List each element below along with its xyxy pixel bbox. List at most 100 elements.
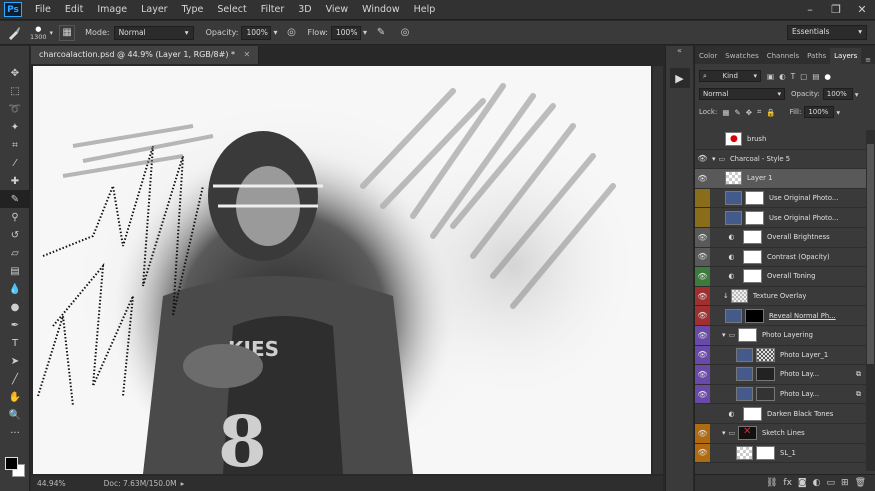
zoom-level[interactable]: 44.94%	[37, 479, 66, 488]
blur-tool-icon[interactable]: 💧	[0, 280, 30, 298]
lock-pixels-icon[interactable]: ✎	[734, 108, 740, 117]
filter-shape-icon[interactable]: ▢	[800, 72, 807, 81]
filter-adjustment-icon[interactable]: ◐	[779, 72, 786, 81]
tab-color[interactable]: Color	[695, 48, 721, 64]
visibility-toggle[interactable]	[695, 130, 710, 149]
gradient-tool-icon[interactable]: ▤	[0, 262, 30, 280]
lock-all-icon[interactable]: 🔒	[766, 108, 775, 117]
tab-swatches[interactable]: Swatches	[721, 48, 762, 64]
layer-row[interactable]: 👁 Layer 1	[695, 169, 867, 189]
filter-toggle-icon[interactable]: ●	[824, 72, 831, 81]
layer-row[interactable]: 👁 Photo Layer_1	[695, 345, 867, 366]
filter-smart-object-icon[interactable]: ▤	[812, 72, 819, 81]
layer-row[interactable]: 👁 Reveal Normal Ph...	[695, 306, 867, 326]
filter-pixel-icon[interactable]: ▣	[767, 72, 774, 81]
chevron-down-icon[interactable]: ▾	[722, 429, 726, 437]
tab-layers[interactable]: Layers	[830, 48, 862, 64]
layer-row[interactable]: 👁 ▾ ▭ Charcoal - Style 5	[695, 150, 867, 170]
play-icon[interactable]: ▶	[669, 68, 690, 88]
layer-row[interactable]: ◐ Darken Black Tones	[695, 404, 867, 424]
restore-button[interactable]: ❐	[823, 3, 849, 16]
trash-icon[interactable]: 🗑	[855, 478, 866, 488]
menu-type[interactable]: Type	[175, 0, 211, 20]
layer-row[interactable]: 👁 ◐ Overall Brightness	[695, 227, 867, 248]
tab-paths[interactable]: Paths	[803, 48, 830, 64]
menu-image[interactable]: Image	[90, 0, 134, 20]
eye-icon[interactable]: 👁	[695, 365, 710, 384]
chevron-down-icon[interactable]: ▾	[836, 108, 840, 117]
marquee-tool-icon[interactable]: ⬚	[0, 82, 30, 100]
layer-style-icon[interactable]: fx	[783, 478, 792, 488]
visibility-toggle[interactable]	[695, 404, 710, 423]
lock-artboard-icon[interactable]: ⌗	[757, 107, 761, 117]
pressure-opacity-icon[interactable]: ◎	[283, 25, 299, 41]
lock-position-icon[interactable]: ✥	[746, 108, 752, 117]
close-icon[interactable]: ✕	[244, 50, 251, 59]
menu-3d[interactable]: 3D	[291, 0, 318, 20]
chevron-down-icon[interactable]: ▾	[273, 28, 277, 37]
chevron-right-icon[interactable]: ▸	[181, 479, 185, 488]
brush-preset-picker[interactable]: ● 1300 ▾	[30, 25, 53, 41]
layer-row[interactable]: ● brush	[695, 130, 867, 150]
link-layers-icon[interactable]: ⛓	[766, 478, 777, 488]
menu-window[interactable]: Window	[355, 0, 406, 20]
pressure-size-icon[interactable]: ◎	[397, 25, 413, 41]
eye-icon[interactable]: 👁	[695, 267, 710, 286]
mode-select[interactable]: Normal ▾	[113, 25, 194, 40]
tab-channels[interactable]: Channels	[763, 48, 803, 64]
document-scrollbar[interactable]	[653, 66, 663, 474]
layer-row[interactable]: 👁 ◐ Overall Toning	[695, 267, 867, 287]
layer-row[interactable]: 👁 ▾ ▭ ✕ Sketch Lines	[695, 423, 867, 444]
eye-icon[interactable]: 👁	[695, 150, 710, 169]
brush-tool-icon[interactable]	[6, 25, 22, 41]
filter-kind-select[interactable]: ⌕ Kind ▾	[699, 70, 761, 82]
menu-edit[interactable]: Edit	[58, 0, 90, 20]
pen-tool-icon[interactable]: ✒	[0, 316, 30, 334]
eye-icon[interactable]: 👁	[695, 423, 710, 443]
opacity-field[interactable]: 100%	[241, 25, 272, 40]
path-selection-tool-icon[interactable]: ➤	[0, 352, 30, 370]
chevron-down-icon[interactable]: ▾	[855, 90, 859, 99]
menu-filter[interactable]: Filter	[254, 0, 292, 20]
eye-icon[interactable]: 👁	[695, 227, 710, 247]
layer-row[interactable]: 👁 ▾ ▭ Photo Layering	[695, 325, 867, 346]
layers-scroll-thumb[interactable]	[867, 144, 874, 364]
image-canvas[interactable]: KIES 8	[33, 66, 651, 474]
move-tool-icon[interactable]: ✥	[0, 64, 30, 82]
line-tool-icon[interactable]: ╱	[0, 370, 30, 388]
blend-mode-select[interactable]: Normal ▾	[699, 88, 785, 100]
dodge-tool-icon[interactable]: ●	[0, 298, 30, 316]
close-button[interactable]: ✕	[849, 3, 875, 16]
filter-type-icon[interactable]: T	[791, 72, 796, 81]
eye-icon[interactable]: 👁	[695, 169, 710, 188]
layer-row[interactable]: 👁 ◐ Contrast (Opacity)	[695, 247, 867, 268]
lock-transparent-icon[interactable]: ▦	[722, 108, 729, 117]
eye-icon[interactable]: 👁	[695, 247, 710, 267]
eye-icon[interactable]: 👁	[695, 286, 710, 306]
more-tools-icon[interactable]: ···	[0, 424, 30, 442]
layer-row[interactable]: 👁 Photo Lay... ⧉	[695, 384, 867, 405]
minimize-button[interactable]: –	[797, 3, 823, 16]
layer-row[interactable]: 👁 Photo Lay... ⧉	[695, 365, 867, 385]
magic-wand-tool-icon[interactable]: ✦	[0, 118, 30, 136]
workspace-select[interactable]: Essentials ▾	[787, 25, 867, 40]
eyedropper-tool-icon[interactable]: ⁄	[0, 154, 30, 172]
brush-tool-icon[interactable]: ✎	[0, 190, 30, 208]
healing-brush-tool-icon[interactable]: ✚	[0, 172, 30, 190]
layer-row[interactable]: Use Original Photo...	[695, 188, 867, 209]
foreground-color-swatch[interactable]	[5, 457, 18, 470]
eye-icon[interactable]: 👁	[695, 384, 710, 404]
flow-field[interactable]: 100%	[331, 25, 361, 40]
chevron-down-icon[interactable]: ▾	[712, 155, 716, 163]
layer-opacity-field[interactable]: 100%	[822, 88, 853, 100]
document-tab[interactable]: charcoalaction.psd @ 44.9% (Layer 1, RGB…	[31, 46, 260, 64]
hand-tool-icon[interactable]: ✋	[0, 388, 30, 406]
chevron-down-icon[interactable]: ▾	[722, 331, 726, 339]
zoom-tool-icon[interactable]: 🔍	[0, 406, 30, 424]
eye-icon[interactable]: 👁	[695, 443, 710, 463]
visibility-toggle[interactable]	[695, 188, 710, 208]
collapse-arrows-icon[interactable]: «	[666, 46, 693, 64]
layer-row[interactable]: Use Original Photo...	[695, 208, 867, 228]
panel-menu-icon[interactable]: ≡	[865, 56, 875, 64]
lasso-tool-icon[interactable]: ➰	[0, 100, 30, 118]
